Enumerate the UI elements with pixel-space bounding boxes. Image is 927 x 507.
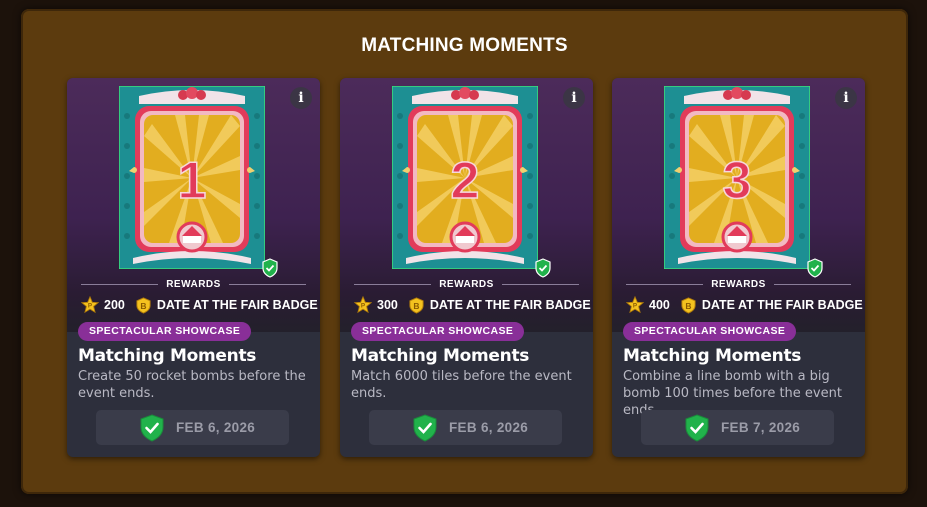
completion-date: FEB 6, 2026 — [449, 420, 529, 435]
completion-date-box: FEB 6, 2026 — [369, 410, 562, 445]
completion-date: FEB 7, 2026 — [721, 420, 801, 435]
reward-line: P 200 B DATE AT THE FAIR BADGE 1 — [81, 295, 320, 315]
info-icon[interactable]: i — [835, 87, 857, 109]
svg-text:B: B — [140, 300, 146, 310]
rewards-divider: REWARDS — [354, 277, 579, 291]
category-pill: SPECTACULAR SHOWCASE — [351, 322, 525, 341]
svg-text:P: P — [633, 303, 637, 310]
check-shield-icon — [140, 414, 164, 442]
reward-line: P 300 B DATE AT THE FAIR BADGE 2 — [354, 295, 593, 315]
check-shield-icon — [807, 258, 823, 278]
rewards-label: REWARDS — [711, 278, 766, 290]
fair-ticket-artwork: 3 — [664, 86, 810, 269]
task-card-1[interactable]: i 1 REWARDS P 200 B DATE AT THE FAIR BAD… — [67, 78, 320, 457]
star-amount: 200 — [104, 298, 125, 312]
rewards-label: REWARDS — [166, 278, 221, 290]
badge-b-icon: B — [136, 296, 151, 314]
task-card-3[interactable]: i 3 REWARDS P 400 B DATE AT THE FAIR BAD… — [612, 78, 865, 457]
reward-line: P 400 B DATE AT THE FAIR BADGE 3 — [626, 295, 865, 315]
fair-ticket-artwork: 1 — [119, 86, 265, 269]
card-description: Match 6000 tiles before the event ends. — [351, 369, 572, 401]
rewards-label: REWARDS — [439, 278, 494, 290]
card-title: Matching Moments — [623, 346, 802, 366]
panel-title: MATCHING MOMENTS — [361, 35, 568, 56]
fair-ticket-artwork: 2 — [392, 86, 538, 269]
check-shield-icon — [413, 414, 437, 442]
art-number: 3 — [723, 152, 752, 210]
completion-date-box: FEB 6, 2026 — [96, 410, 289, 445]
badge-b-icon: B — [681, 296, 696, 314]
card-title: Matching Moments — [78, 346, 257, 366]
badge-name: DATE AT THE FAIR BADGE 1 — [156, 298, 320, 312]
svg-text:B: B — [413, 300, 419, 310]
card-description: Create 50 rocket bombs before the event … — [78, 369, 306, 401]
info-icon[interactable]: i — [290, 87, 312, 109]
svg-text:B: B — [685, 300, 691, 310]
completion-date: FEB 6, 2026 — [176, 420, 256, 435]
rewards-divider: REWARDS — [81, 277, 306, 291]
check-shield-icon — [262, 258, 278, 278]
art-number: 1 — [178, 152, 207, 210]
task-card-2[interactable]: i 2 REWARDS P 300 B DATE AT THE FAIR BAD… — [340, 78, 593, 457]
badge-name: DATE AT THE FAIR BADGE 3 — [701, 298, 865, 312]
star-amount: 300 — [377, 298, 398, 312]
star-amount: 400 — [649, 298, 670, 312]
art-number: 2 — [451, 152, 480, 210]
star-currency-icon: P — [626, 296, 644, 314]
star-currency-icon: P — [354, 296, 372, 314]
check-shield-icon — [535, 258, 551, 278]
info-icon[interactable]: i — [563, 87, 585, 109]
star-currency-icon: P — [81, 296, 99, 314]
svg-text:P: P — [361, 303, 365, 310]
badge-name: DATE AT THE FAIR BADGE 2 — [429, 298, 593, 312]
card-title: Matching Moments — [351, 346, 530, 366]
rewards-divider: REWARDS — [626, 277, 851, 291]
check-shield-icon — [685, 414, 709, 442]
completion-date-box: FEB 7, 2026 — [641, 410, 834, 445]
category-pill: SPECTACULAR SHOWCASE — [623, 322, 797, 341]
category-pill: SPECTACULAR SHOWCASE — [78, 322, 252, 341]
svg-text:P: P — [88, 303, 92, 310]
badge-b-icon: B — [409, 296, 424, 314]
